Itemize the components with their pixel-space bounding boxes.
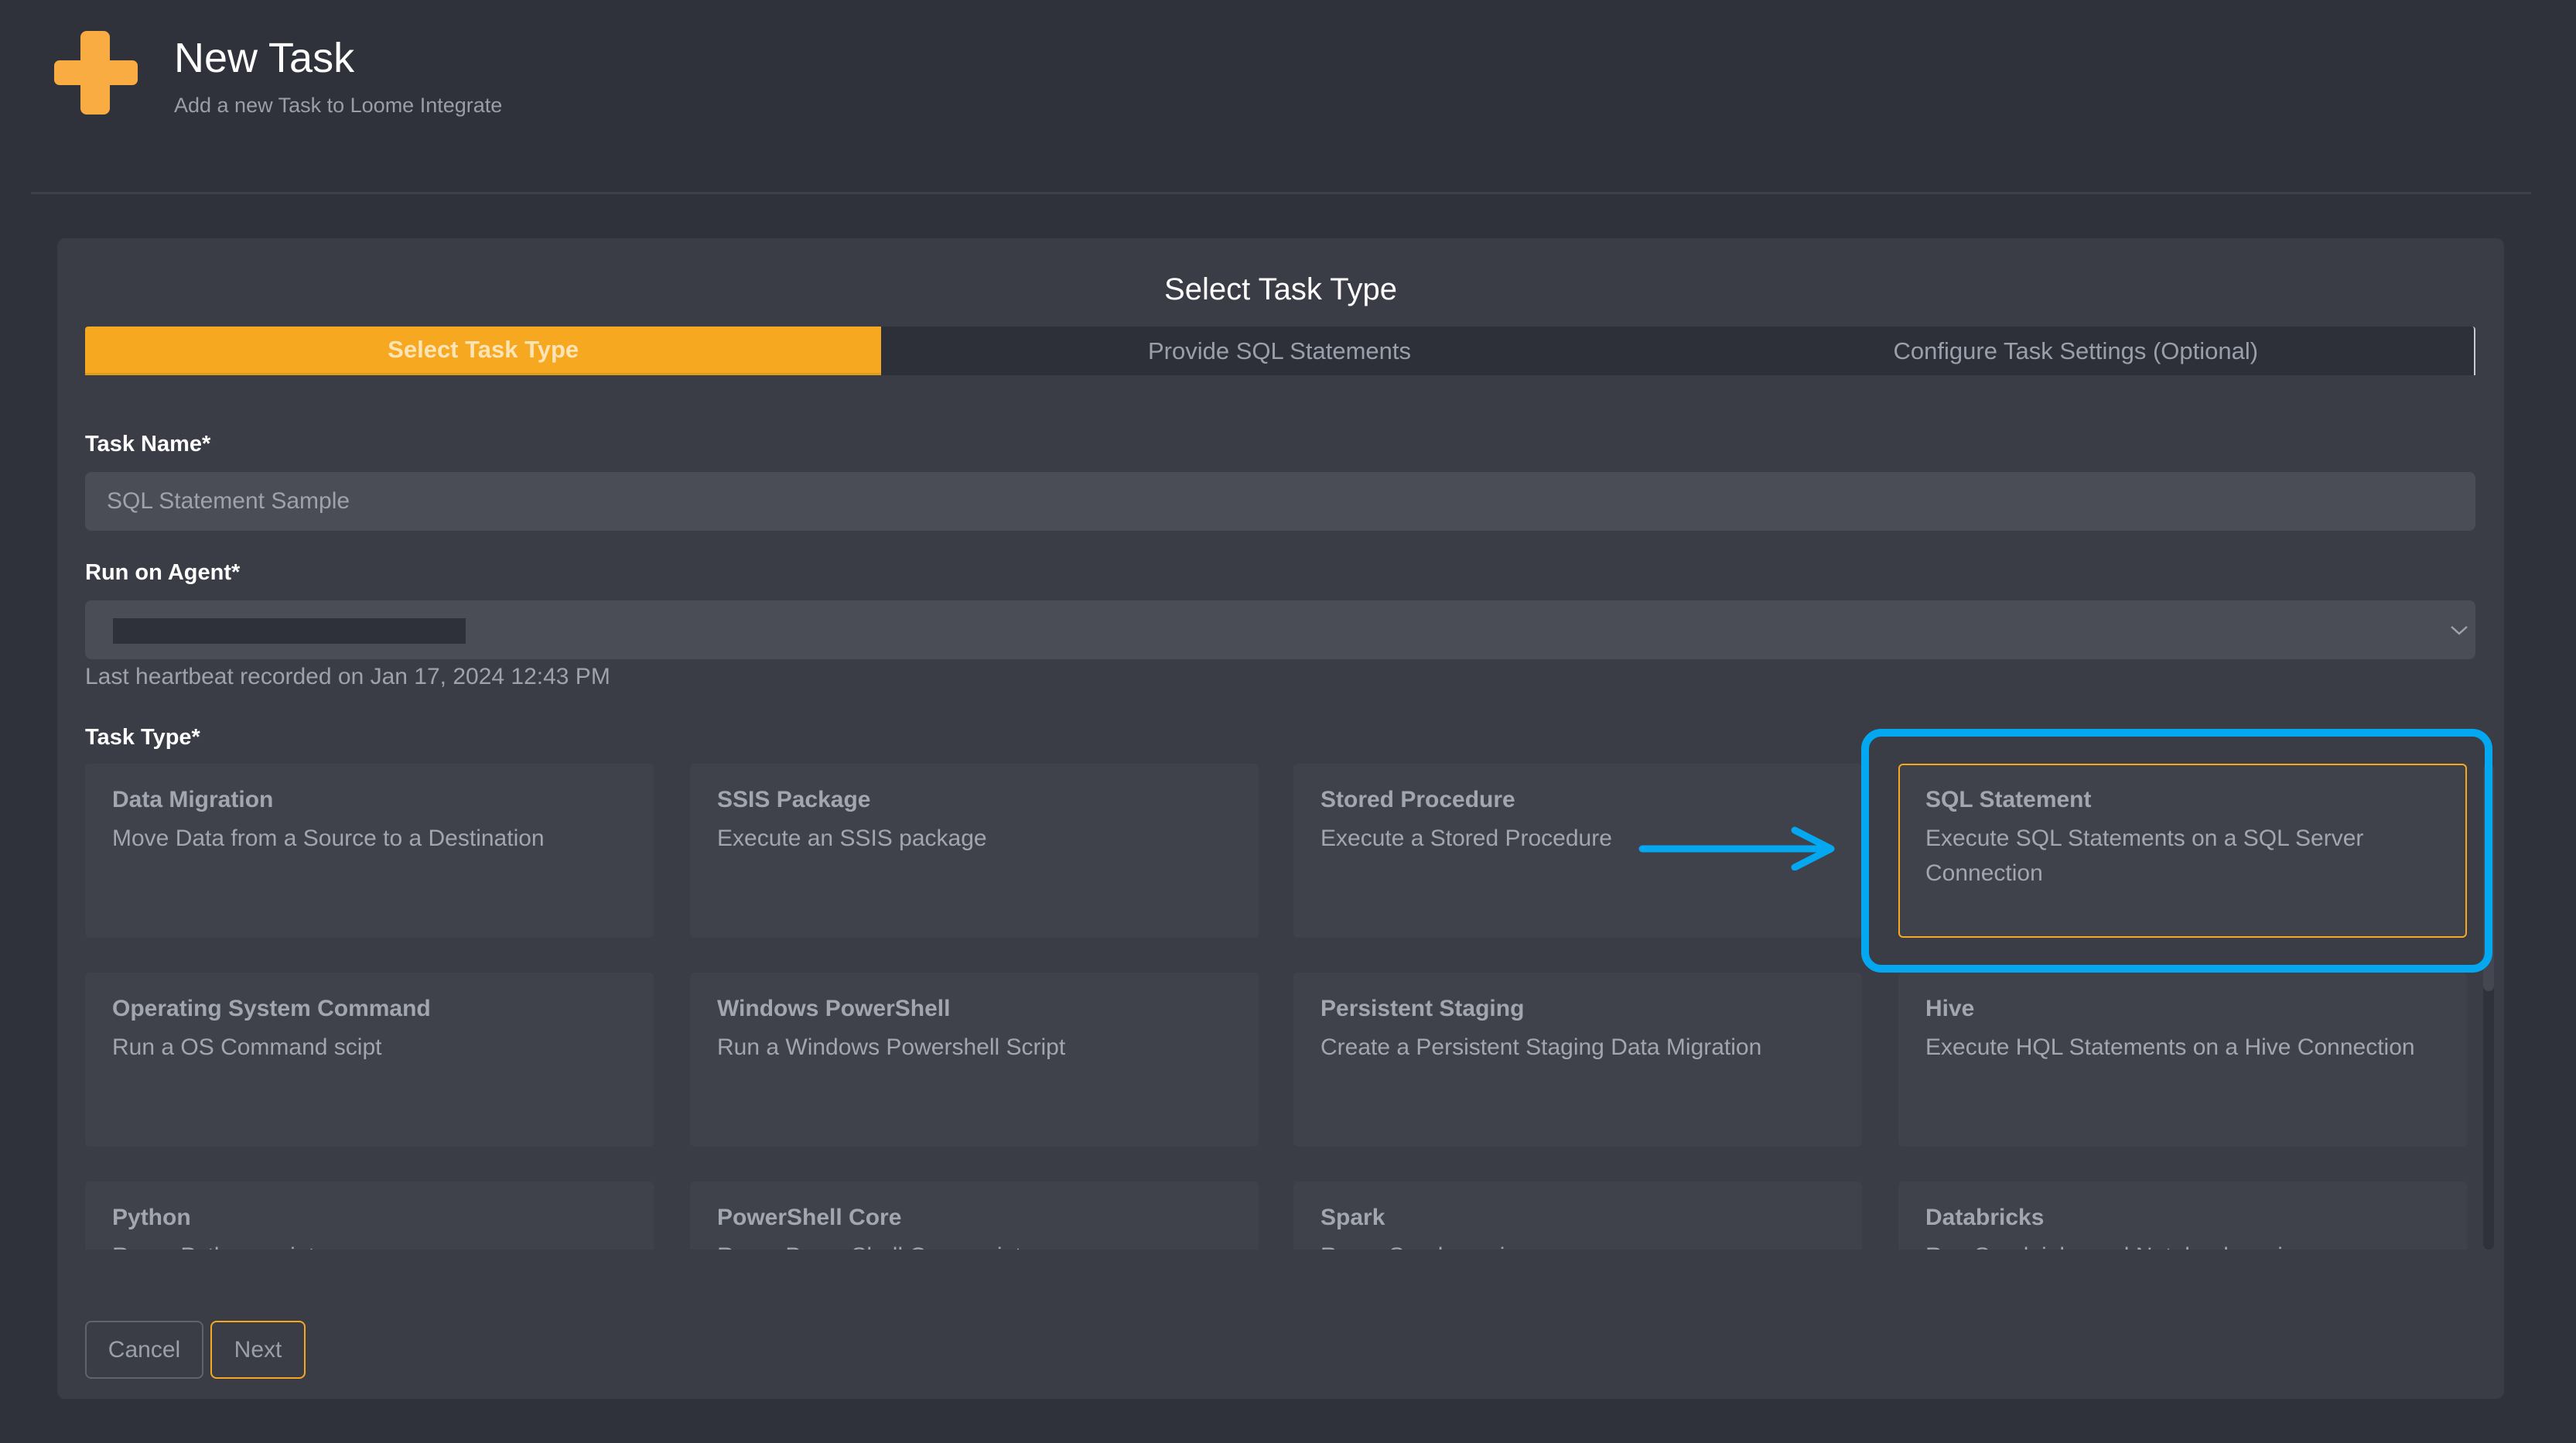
card-title: Databricks (1925, 1205, 2045, 1230)
task-type-label: Task Type* (85, 725, 200, 750)
chevron-down-icon (2451, 626, 2468, 635)
card-description: Run a PowerShell Core script (717, 1239, 1243, 1250)
wizard-title: Select Task Type (1164, 272, 1397, 306)
task-type-card-databricks[interactable]: Databricks Run Spark jobs and Notebooks … (1898, 1181, 2467, 1250)
page-title: New Task (174, 35, 355, 81)
card-description: Run a OS Command scipt (112, 1034, 382, 1060)
task-name-label: Task Name* (85, 432, 211, 456)
plus-icon (54, 31, 138, 115)
task-name-value: SQL Statement Sample (107, 488, 350, 514)
next-button[interactable]: Next (210, 1321, 306, 1379)
task-type-card-ssis-package[interactable]: SSIS Package Execute an SSIS package (690, 764, 1259, 938)
task-type-card-powershell-core[interactable]: PowerShell Core Run a PowerShell Core sc… (690, 1181, 1259, 1250)
card-description: Execute HQL Statements on a Hive Connect… (1925, 1034, 2415, 1060)
heartbeat-status: Last heartbeat recorded on Jan 17, 2024 … (85, 664, 610, 689)
card-title: Spark (1320, 1205, 1385, 1230)
card-description: Run a Windows Powershell Script (717, 1034, 1066, 1060)
card-title: Hive (1925, 996, 1975, 1021)
step-configure-task-settings[interactable]: Configure Task Settings (Optional) (1678, 327, 2474, 375)
task-name-input[interactable]: SQL Statement Sample (85, 472, 2475, 531)
task-type-card-persistent-staging[interactable]: Persistent Staging Create a Persistent S… (1293, 973, 1862, 1147)
card-title: PowerShell Core (717, 1205, 902, 1230)
wizard-stepper: Select Task Type Provide SQL Statements … (85, 327, 2475, 375)
task-type-card-spark[interactable]: Spark Run a Spark service (1293, 1181, 1862, 1250)
header-divider (31, 192, 2531, 194)
card-title: Python (112, 1205, 191, 1230)
task-type-card-operating-system-command[interactable]: Operating System Command Run a OS Comman… (85, 973, 654, 1147)
card-description: Create a Persistent Staging Data Migrati… (1320, 1034, 1762, 1060)
card-description: Run a Python script (112, 1239, 638, 1250)
card-title: Operating System Command (112, 996, 431, 1021)
annotation-arrow-icon (1638, 826, 1835, 870)
annotation-highlight-box (1861, 729, 2492, 973)
page-subtitle: Add a new Task to Loome Integrate (174, 94, 503, 117)
card-description: Run Spark jobs and Notebooks using (1925, 1239, 2451, 1250)
card-description: Move Data from a Source to a Destination (112, 826, 545, 851)
task-type-card-python[interactable]: Python Run a Python script (85, 1181, 654, 1250)
card-title: Windows PowerShell (717, 996, 951, 1021)
card-title: Data Migration (112, 787, 274, 812)
task-type-card-hive[interactable]: Hive Execute HQL Statements on a Hive Co… (1898, 973, 2467, 1147)
card-description: Run a Spark service (1320, 1239, 1847, 1250)
agent-redacted-value (113, 618, 466, 644)
task-type-card-windows-powershell[interactable]: Windows PowerShell Run a Windows Powersh… (690, 973, 1259, 1147)
run-on-agent-label: Run on Agent* (85, 560, 241, 585)
step-provide-sql-statements[interactable]: Provide SQL Statements (881, 327, 1677, 375)
step-select-task-type[interactable]: Select Task Type (85, 327, 882, 375)
card-description: Execute an SSIS package (717, 826, 987, 851)
task-type-card-data-migration[interactable]: Data Migration Move Data from a Source t… (85, 764, 654, 938)
card-title: Stored Procedure (1320, 787, 1515, 812)
cancel-button[interactable]: Cancel (85, 1321, 203, 1379)
run-on-agent-select[interactable] (85, 600, 2475, 659)
card-title: SSIS Package (717, 787, 871, 812)
card-title: Persistent Staging (1320, 996, 1525, 1021)
